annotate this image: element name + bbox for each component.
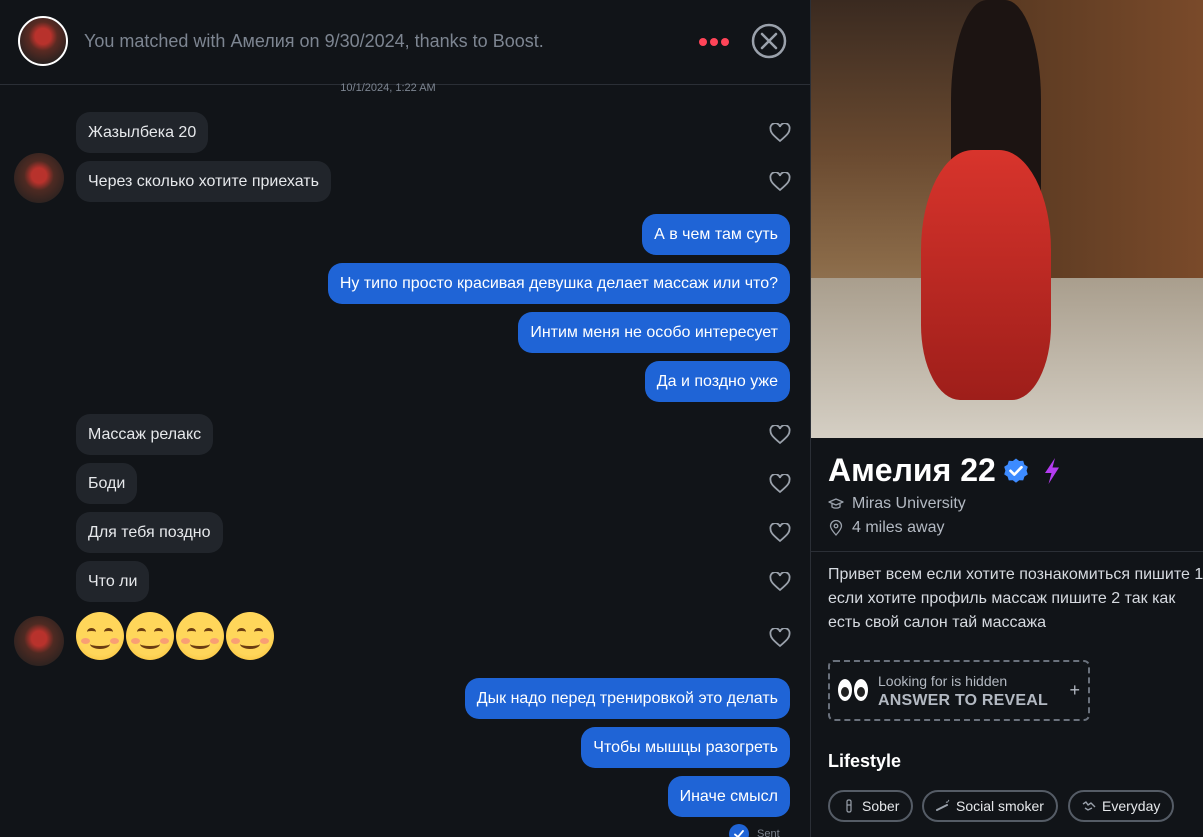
close-icon[interactable] xyxy=(751,23,787,59)
chat-panel: You matched with Амелия on 9/30/2024, th… xyxy=(0,0,810,837)
smiling-face-emoji xyxy=(126,612,174,660)
message-incoming[interactable]: Массаж релакс xyxy=(76,414,214,455)
profile-age: 22 xyxy=(960,452,996,488)
profile-distance-label: 4 miles away xyxy=(852,519,945,536)
eyes-icon xyxy=(838,679,868,701)
lifestyle-chip-label: Sober xyxy=(862,798,900,814)
lifestyle-heading: Lifestyle xyxy=(828,751,902,771)
lifestyle-chip-label: Everyday xyxy=(1102,798,1161,814)
sender-avatar[interactable] xyxy=(14,153,64,203)
profile-name: Амелия xyxy=(828,452,952,488)
match-banner-prefix: You matched with xyxy=(84,31,231,51)
lifestyle-chip-social-smoker[interactable]: Social smoker xyxy=(922,790,1058,822)
profile-school-label: Miras University xyxy=(852,495,966,512)
heart-icon[interactable] xyxy=(769,523,791,543)
profile-photo[interactable] xyxy=(811,0,1203,438)
lifestyle-chip-label: Social smoker xyxy=(956,798,1044,814)
message-outgoing[interactable]: Ну типо просто красивая девушка делает м… xyxy=(327,263,790,304)
smoking-icon xyxy=(936,799,950,811)
answer-to-reveal-card[interactable]: Looking for is hidden ANSWER TO REVEAL + xyxy=(828,660,1090,721)
message-outgoing[interactable]: Иначе смысл xyxy=(667,776,790,817)
message-outgoing[interactable]: Интим меня не особо интересует xyxy=(518,312,790,353)
sent-check-icon xyxy=(729,824,749,837)
heart-icon[interactable] xyxy=(769,572,791,592)
school-icon xyxy=(828,498,844,509)
verified-icon[interactable] xyxy=(1002,457,1030,485)
plus-icon[interactable]: + xyxy=(1069,680,1080,701)
boost-icon xyxy=(1044,457,1059,484)
delivery-status-label: Sent xyxy=(757,828,780,837)
heart-icon[interactable] xyxy=(769,123,791,143)
message-outgoing[interactable]: Дык надо перед тренировкой это делать xyxy=(464,678,790,719)
options-icon[interactable] xyxy=(699,36,729,48)
message-outgoing[interactable]: Да и поздно уже xyxy=(644,361,790,402)
smiling-face-emoji xyxy=(176,612,224,660)
match-avatar[interactable] xyxy=(18,16,68,66)
sender-avatar[interactable] xyxy=(14,616,64,666)
location-icon xyxy=(829,520,843,536)
sober-icon xyxy=(846,799,852,813)
message-incoming[interactable]: Боди xyxy=(76,463,138,504)
profile-bio: Привет всем если хотите познакомиться пи… xyxy=(828,566,1203,631)
match-banner-suffix: on 9/30/2024, thanks to Boost. xyxy=(294,31,544,51)
looking-for-label: Looking for is hidden xyxy=(878,673,1008,689)
heart-icon[interactable] xyxy=(769,474,791,494)
message-outgoing[interactable]: А в чем там суть xyxy=(642,214,790,255)
smiling-face-emoji xyxy=(226,612,274,660)
smiling-face-emoji xyxy=(76,612,124,660)
everyday-icon xyxy=(1082,801,1096,811)
message-timestamp: 10/1/2024, 1:22 AM xyxy=(340,82,436,94)
profile-panel: Амелия 22 Miras University 4 miles away … xyxy=(810,0,1203,837)
answer-to-reveal-label: ANSWER TO REVEAL xyxy=(878,692,1049,709)
message-incoming[interactable]: Через сколько хотите приехать xyxy=(76,161,331,202)
match-banner: You matched with Амелия on 9/30/2024, th… xyxy=(84,31,544,52)
message-incoming[interactable]: Для тебя поздно xyxy=(76,512,223,553)
profile-distance: 4 miles away xyxy=(828,519,944,537)
match-name[interactable]: Амелия xyxy=(230,31,294,51)
message-incoming-emoji[interactable] xyxy=(76,612,274,662)
message-incoming[interactable]: Что ли xyxy=(76,561,150,602)
message-outgoing[interactable]: Чтобы мышцы разогреть xyxy=(581,727,790,768)
profile-name-row: Амелия 22 xyxy=(828,452,1062,489)
chat-header: You matched with Амелия on 9/30/2024, th… xyxy=(0,0,810,85)
profile-school: Miras University xyxy=(828,495,966,513)
message-incoming[interactable]: Жазылбека 20 xyxy=(76,112,209,153)
delivery-status: Sent xyxy=(729,824,780,837)
section-divider xyxy=(811,551,1203,552)
lifestyle-chip-sober[interactable]: Sober xyxy=(828,790,914,822)
heart-icon[interactable] xyxy=(769,172,791,192)
heart-icon[interactable] xyxy=(769,425,791,445)
heart-icon[interactable] xyxy=(769,628,791,648)
lifestyle-chip-everyday[interactable]: Everyday xyxy=(1068,790,1175,822)
